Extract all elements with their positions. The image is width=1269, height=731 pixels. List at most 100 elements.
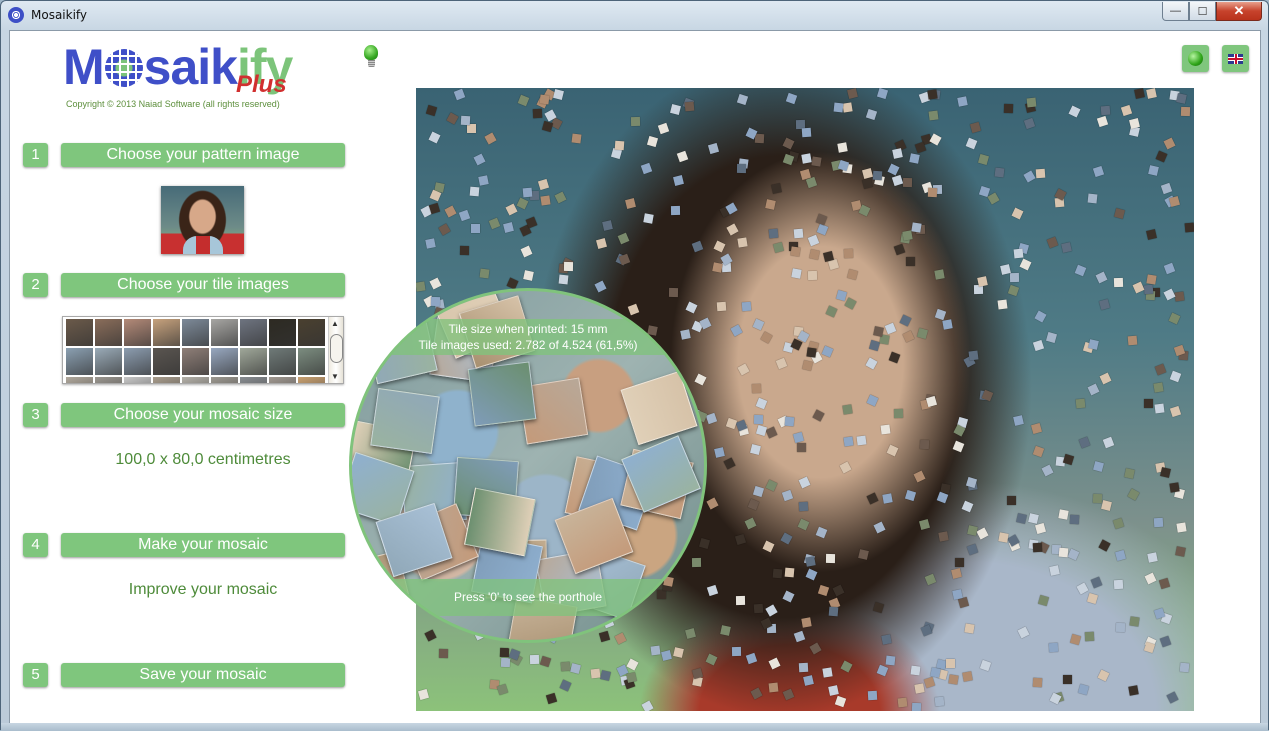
mosaic-tile xyxy=(1037,594,1049,606)
mosaic-tile xyxy=(935,308,947,320)
mosaic-tile xyxy=(1090,577,1102,589)
mosaic-tile xyxy=(1058,547,1069,557)
scroll-thumb[interactable] xyxy=(330,334,343,363)
tile-thumbnail[interactable] xyxy=(182,348,209,375)
scroll-down-icon[interactable]: ▼ xyxy=(331,372,339,381)
mosaic-tile xyxy=(532,108,542,118)
tile-thumbnail[interactable] xyxy=(269,319,296,346)
mosaic-tile xyxy=(1173,344,1185,356)
mosaic-tile xyxy=(805,568,818,581)
make-mosaic-button[interactable]: Make your mosaic xyxy=(61,533,345,557)
mosaic-tile xyxy=(1144,284,1154,295)
mosaic-tile xyxy=(669,103,681,115)
title-bar[interactable]: Mosaikify — ☐ ✕ xyxy=(1,1,1268,29)
mosaic-tile xyxy=(872,521,886,534)
tile-thumbnail[interactable] xyxy=(240,348,267,375)
tile-thumbnail[interactable] xyxy=(66,348,93,375)
tile-thumbnail[interactable] xyxy=(124,319,151,346)
tile-thumbnail[interactable] xyxy=(269,377,296,383)
language-button[interactable] xyxy=(1222,45,1249,72)
scroll-up-icon[interactable]: ▲ xyxy=(331,319,339,328)
mosaic-tile xyxy=(780,532,793,545)
tile-thumbnail[interactable] xyxy=(240,319,267,346)
mosaic-tile xyxy=(753,415,763,425)
mosaic-tile xyxy=(661,650,673,662)
mosaic-tile xyxy=(552,88,564,100)
tile-thumbnail[interactable] xyxy=(153,377,180,383)
close-button[interactable]: ✕ xyxy=(1216,2,1262,21)
mosaic-tile xyxy=(625,672,637,684)
mosaic-tile xyxy=(438,223,451,236)
tile-thumbnail[interactable] xyxy=(298,377,325,383)
mosaic-tile xyxy=(676,151,689,163)
lightbulb-icon[interactable] xyxy=(364,45,378,69)
mosaic-tile xyxy=(791,267,802,279)
mosaic-tile xyxy=(737,163,747,174)
choose-size-button[interactable]: Choose your mosaic size xyxy=(61,403,345,427)
improve-mosaic-link[interactable]: Improve your mosaic xyxy=(61,581,345,599)
mosaic-tile xyxy=(735,596,745,606)
mosaic-tile xyxy=(569,663,581,675)
mosaic-tile xyxy=(942,319,953,330)
mosaic-tile xyxy=(1069,633,1081,645)
tile-thumbnail[interactable] xyxy=(211,348,238,375)
mosaic-tile xyxy=(1010,273,1020,283)
maximize-icon: ☐ xyxy=(1197,5,1208,18)
mosaic-tile xyxy=(1115,550,1127,562)
mosaic-tile xyxy=(967,525,979,537)
mosaic-tile xyxy=(918,518,930,530)
mosaic-tile xyxy=(750,686,764,700)
mosaic-tile xyxy=(484,132,497,145)
mosaic-tile xyxy=(530,654,540,664)
mosaic-tile xyxy=(1007,285,1019,297)
tile-thumbnail[interactable] xyxy=(124,348,151,375)
choose-tiles-button[interactable]: Choose your tile images xyxy=(61,273,345,297)
tile-thumbnail[interactable] xyxy=(66,319,93,346)
tile-thumbnail[interactable] xyxy=(211,319,238,346)
tile-thumbnail[interactable] xyxy=(95,377,122,383)
mosaic-tile xyxy=(1179,663,1190,673)
tile-images-list[interactable]: ▲ ▼ xyxy=(62,316,344,384)
tile-thumbnail[interactable] xyxy=(95,319,122,346)
mosaic-tile xyxy=(752,318,765,331)
maximize-button[interactable]: ☐ xyxy=(1189,2,1216,21)
tile-list-scrollbar[interactable]: ▲ ▼ xyxy=(328,317,343,383)
mosaic-tile xyxy=(866,394,878,407)
tile-thumbnail[interactable] xyxy=(182,319,209,346)
tile-thumbnail[interactable] xyxy=(211,377,238,383)
porthole-magnifier[interactable]: Tile size when printed: 15 mm Tile image… xyxy=(349,288,707,643)
mosaic-tile xyxy=(925,573,937,586)
tile-thumbnail[interactable] xyxy=(298,319,325,346)
uk-flag-icon xyxy=(1228,53,1243,64)
mosaic-tile xyxy=(459,245,469,255)
choose-pattern-button[interactable]: Choose your pattern image xyxy=(61,143,345,167)
tile-thumbnail[interactable] xyxy=(153,319,180,346)
tile-thumbnail[interactable] xyxy=(298,348,325,375)
mosaic-tile xyxy=(1049,565,1061,577)
tile-thumbnail[interactable] xyxy=(66,377,93,383)
mosaic-tile xyxy=(657,122,669,135)
minimize-button[interactable]: — xyxy=(1162,2,1189,21)
mosaic-tile xyxy=(730,324,743,337)
tile-thumbnail[interactable] xyxy=(240,377,267,383)
tile-thumbnail[interactable] xyxy=(182,377,209,383)
mosaic-tile xyxy=(994,167,1005,177)
mosaic-tile xyxy=(948,674,959,685)
mosaic-tile xyxy=(919,439,929,450)
save-mosaic-button[interactable]: Save your mosaic xyxy=(61,663,345,687)
mosaic-tile xyxy=(809,248,821,260)
mosaic-tile xyxy=(516,197,529,210)
mosaic-tile xyxy=(416,280,427,292)
tile-thumbnail[interactable] xyxy=(95,348,122,375)
mosaic-tile xyxy=(808,270,818,280)
mosaic-tile xyxy=(594,280,607,293)
tile-thumbnail[interactable] xyxy=(269,348,296,375)
mosaic-size-value[interactable]: 100,0 x 80,0 centimetres xyxy=(61,451,345,469)
mosaic-tile xyxy=(1153,607,1165,619)
pattern-image-thumbnail[interactable] xyxy=(161,186,244,254)
tile-thumbnail[interactable] xyxy=(153,348,180,375)
mosaic-tile xyxy=(868,339,880,351)
website-button[interactable] xyxy=(1182,45,1209,72)
tile-thumbnail[interactable] xyxy=(124,377,151,383)
mosaic-tile xyxy=(1098,298,1111,310)
